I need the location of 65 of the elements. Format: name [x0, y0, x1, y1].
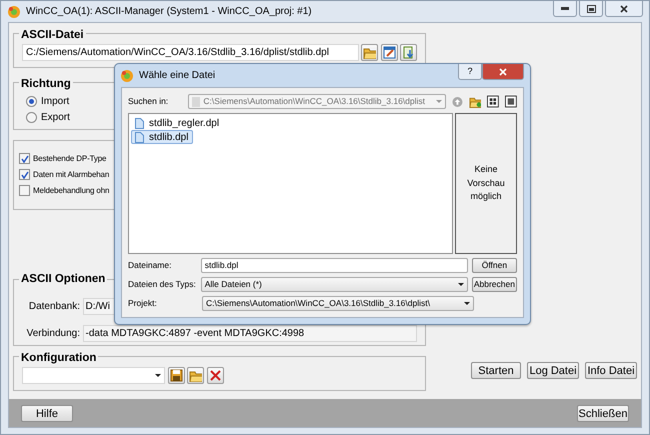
checkbox[interactable]	[19, 153, 30, 164]
checkbox-label: Bestehende DP-Type	[33, 152, 106, 164]
open-button[interactable]	[361, 44, 378, 62]
radio-button[interactable]	[26, 96, 37, 107]
list-view-icon[interactable]	[487, 95, 500, 108]
maximize-button[interactable]	[579, 1, 603, 17]
file-type-dropdown[interactable]: Alle Dateien (*)	[200, 277, 468, 292]
text-field[interactable]: -data MDTA9GKC:4897 -event MDTA9GKC:4998	[82, 324, 417, 342]
radio-button[interactable]	[26, 112, 37, 123]
edit-button[interactable]	[380, 44, 398, 62]
action-button[interactable]: Starten	[471, 362, 521, 379]
new-folder-icon[interactable]	[468, 95, 482, 108]
field-label: Suchen in:	[128, 95, 170, 108]
app-icon	[7, 4, 21, 18]
checkbox[interactable]	[19, 169, 30, 180]
preview-panel: Keine Vorschau möglich	[455, 113, 517, 254]
checkbox-label: Meldebehandlung ohn	[33, 184, 110, 196]
file-icon	[135, 132, 144, 142]
radio-label: Import	[41, 95, 70, 109]
checkbox-label: Daten mit Alarmbehan	[33, 168, 110, 180]
group-title: ASCII-Datei	[19, 27, 86, 44]
field-label: Projekt:	[128, 297, 158, 310]
delete-button[interactable]	[206, 367, 224, 384]
caret-icon	[436, 100, 442, 103]
restore-icon	[586, 4, 596, 12]
detail-view-icon[interactable]	[505, 95, 518, 108]
minimize-icon	[561, 7, 569, 10]
field-label: Dateiname:	[128, 259, 172, 272]
checkbox[interactable]	[19, 185, 30, 196]
project-dropdown[interactable]: C:\Siemens\Automation\WinCC_OA\3.16\Stdlib_3.16\dplist\	[202, 296, 474, 311]
field-label: Datenbank:	[28, 300, 80, 314]
field-label: Verbindung:	[26, 326, 80, 341]
field-label: Dateien des Typs:	[128, 278, 197, 291]
edit-icon	[382, 46, 396, 60]
app-icon	[120, 68, 134, 82]
caret-icon	[464, 302, 470, 305]
save-icon	[170, 369, 182, 382]
radio-label: Export	[41, 111, 70, 125]
close-button[interactable]	[605, 1, 643, 17]
import-icon	[402, 46, 415, 60]
close-icon	[620, 4, 628, 12]
dialog-title: Wähle eine Datei	[139, 69, 216, 83]
close-button[interactable]	[482, 64, 524, 80]
minimize-button[interactable]	[553, 1, 577, 17]
action-button[interactable]: Info Datei	[585, 362, 637, 379]
file-item[interactable]: stdlib_regler.dpl	[131, 116, 224, 130]
dialog-button[interactable]: Öffnen	[472, 258, 517, 273]
import-button[interactable]	[400, 44, 417, 62]
help-button[interactable]: ?	[458, 64, 482, 80]
file-item[interactable]: stdlib.dpl	[131, 130, 194, 144]
path-dropdown[interactable]: C:\Siemens\Automation\WinCC_OA\3.16\Stdlib_3.16\dplist	[188, 94, 446, 109]
close-icon	[499, 68, 507, 76]
save-button[interactable]	[168, 367, 184, 384]
file-name-field[interactable]: stdlib.dpl	[200, 258, 468, 273]
dialog-button[interactable]: Abbrechen	[472, 277, 517, 292]
footer-button[interactable]: Schließen	[577, 404, 629, 422]
action-button[interactable]: Log Datei	[527, 362, 579, 379]
open-button[interactable]	[187, 367, 204, 384]
footer-button[interactable]: Hilfe	[21, 404, 73, 422]
delete-icon	[208, 369, 222, 382]
caret-icon	[458, 283, 464, 286]
file-icon	[135, 118, 144, 128]
window-title: WinCC_OA(1): ASCII-Manager (System1 - WinCC_OA_proj: #1)	[26, 5, 312, 19]
file-path-field[interactable]: C:/Siemens/Automation/WinCC_OA/3.16/Stdlib_3.16/dplist/stdlib.dpl	[22, 44, 358, 62]
caret-icon	[155, 374, 161, 377]
